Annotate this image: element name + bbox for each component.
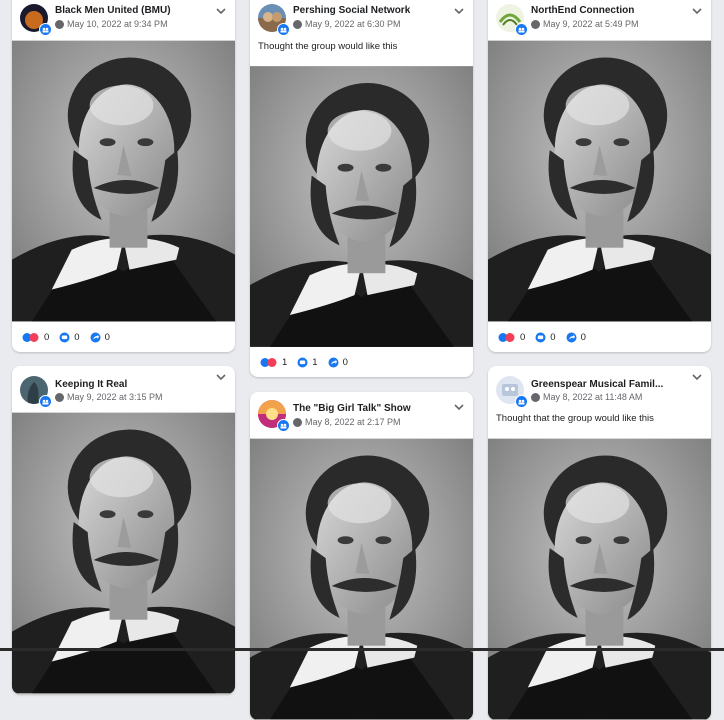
group-badge-icon: [39, 395, 52, 408]
post-photo[interactable]: [250, 438, 473, 720]
post-photo[interactable]: [488, 40, 711, 322]
post-header: Pershing Social Network May 9, 2022 at 6…: [250, 0, 473, 40]
post-card: Black Men United (BMU) May 10, 2022 at 9…: [12, 0, 235, 352]
share-count: 0: [104, 331, 110, 343]
post-meta: May 9, 2022 at 5:49 PM: [531, 19, 639, 29]
post-photo[interactable]: [488, 438, 711, 720]
group-badge-icon: [39, 23, 52, 36]
post-card: Pershing Social Network May 9, 2022 at 6…: [250, 0, 473, 377]
group-badge-icon: [515, 23, 528, 36]
reaction-icons[interactable]: [498, 332, 516, 343]
group-name[interactable]: NorthEnd Connection: [531, 5, 634, 16]
post-engagement: 0 0 0: [12, 322, 235, 352]
comment-icon[interactable]: [59, 332, 70, 343]
group-badge-icon: [277, 23, 290, 36]
chevron-down-icon[interactable]: [215, 372, 227, 382]
post-timestamp[interactable]: May 10, 2022 at 9:34 PM: [67, 19, 168, 29]
group-name[interactable]: Pershing Social Network: [293, 5, 410, 16]
chevron-down-icon[interactable]: [691, 372, 703, 382]
globe-icon: [531, 19, 540, 29]
share-icon[interactable]: [328, 357, 339, 368]
chevron-down-icon[interactable]: [453, 6, 465, 16]
group-name[interactable]: The "Big Girl Talk" Show: [293, 403, 411, 414]
group-name[interactable]: Greenspear Musical Famil...: [531, 379, 663, 390]
globe-icon: [55, 392, 64, 402]
post-card: Keeping It Real May 9, 2022 at 3:15 PM: [12, 366, 235, 694]
comment-icon[interactable]: [535, 332, 546, 343]
share-count: 0: [342, 356, 348, 368]
share-count: 0: [580, 331, 586, 343]
reaction-count: 0: [44, 331, 50, 343]
post-photo[interactable]: [250, 66, 473, 347]
post-header: Keeping It Real May 9, 2022 at 3:15 PM: [12, 366, 235, 412]
post-header: NorthEnd Connection May 9, 2022 at 5:49 …: [488, 0, 711, 40]
post-text: Thought the group would like this: [258, 41, 398, 52]
post-meta: May 9, 2022 at 6:30 PM: [293, 19, 401, 29]
post-timestamp[interactable]: May 9, 2022 at 6:30 PM: [305, 19, 401, 29]
globe-icon: [55, 19, 64, 29]
group-name[interactable]: Keeping It Real: [55, 379, 127, 390]
globe-icon: [293, 19, 302, 29]
post-header: Greenspear Musical Famil... May 8, 2022 …: [488, 366, 711, 412]
reaction-count: 1: [282, 356, 288, 368]
post-engagement: 1 1 0: [250, 347, 473, 377]
globe-icon: [293, 417, 302, 427]
comment-count: 0: [74, 331, 80, 343]
post-text: Thought that the group would like this: [496, 413, 654, 424]
comment-count: 1: [312, 356, 318, 368]
post-meta: May 8, 2022 at 11:48 AM: [531, 392, 642, 402]
post-photo[interactable]: [12, 40, 235, 322]
group-name[interactable]: Black Men United (BMU): [55, 5, 171, 16]
post-header: The "Big Girl Talk" Show May 8, 2022 at …: [250, 392, 473, 438]
reaction-icons[interactable]: [260, 357, 278, 368]
chevron-down-icon[interactable]: [215, 6, 227, 16]
post-header: Black Men United (BMU) May 10, 2022 at 9…: [12, 0, 235, 40]
share-icon[interactable]: [566, 332, 577, 343]
group-badge-icon: [277, 419, 290, 432]
post-meta: May 9, 2022 at 3:15 PM: [55, 392, 163, 402]
comment-icon[interactable]: [297, 357, 308, 368]
reaction-count: 0: [520, 331, 526, 343]
post-card: NorthEnd Connection May 9, 2022 at 5:49 …: [488, 0, 711, 352]
post-engagement: 0 0 0: [488, 322, 711, 352]
post-timestamp[interactable]: May 8, 2022 at 11:48 AM: [543, 392, 642, 402]
comment-count: 0: [550, 331, 556, 343]
chevron-down-icon[interactable]: [453, 402, 465, 412]
chevron-down-icon[interactable]: [691, 6, 703, 16]
post-card: The "Big Girl Talk" Show May 8, 2022 at …: [250, 392, 473, 720]
post-card: Greenspear Musical Famil... May 8, 2022 …: [488, 366, 711, 720]
reaction-icons[interactable]: [22, 332, 40, 343]
group-badge-icon: [515, 395, 528, 408]
post-photo[interactable]: [12, 412, 235, 694]
post-meta: May 8, 2022 at 2:17 PM: [293, 417, 401, 427]
globe-icon: [531, 392, 540, 402]
post-timestamp[interactable]: May 9, 2022 at 5:49 PM: [543, 19, 639, 29]
post-timestamp[interactable]: May 9, 2022 at 3:15 PM: [67, 392, 163, 402]
share-icon[interactable]: [90, 332, 101, 343]
post-timestamp[interactable]: May 8, 2022 at 2:17 PM: [305, 417, 401, 427]
post-meta: May 10, 2022 at 9:34 PM: [55, 19, 168, 29]
